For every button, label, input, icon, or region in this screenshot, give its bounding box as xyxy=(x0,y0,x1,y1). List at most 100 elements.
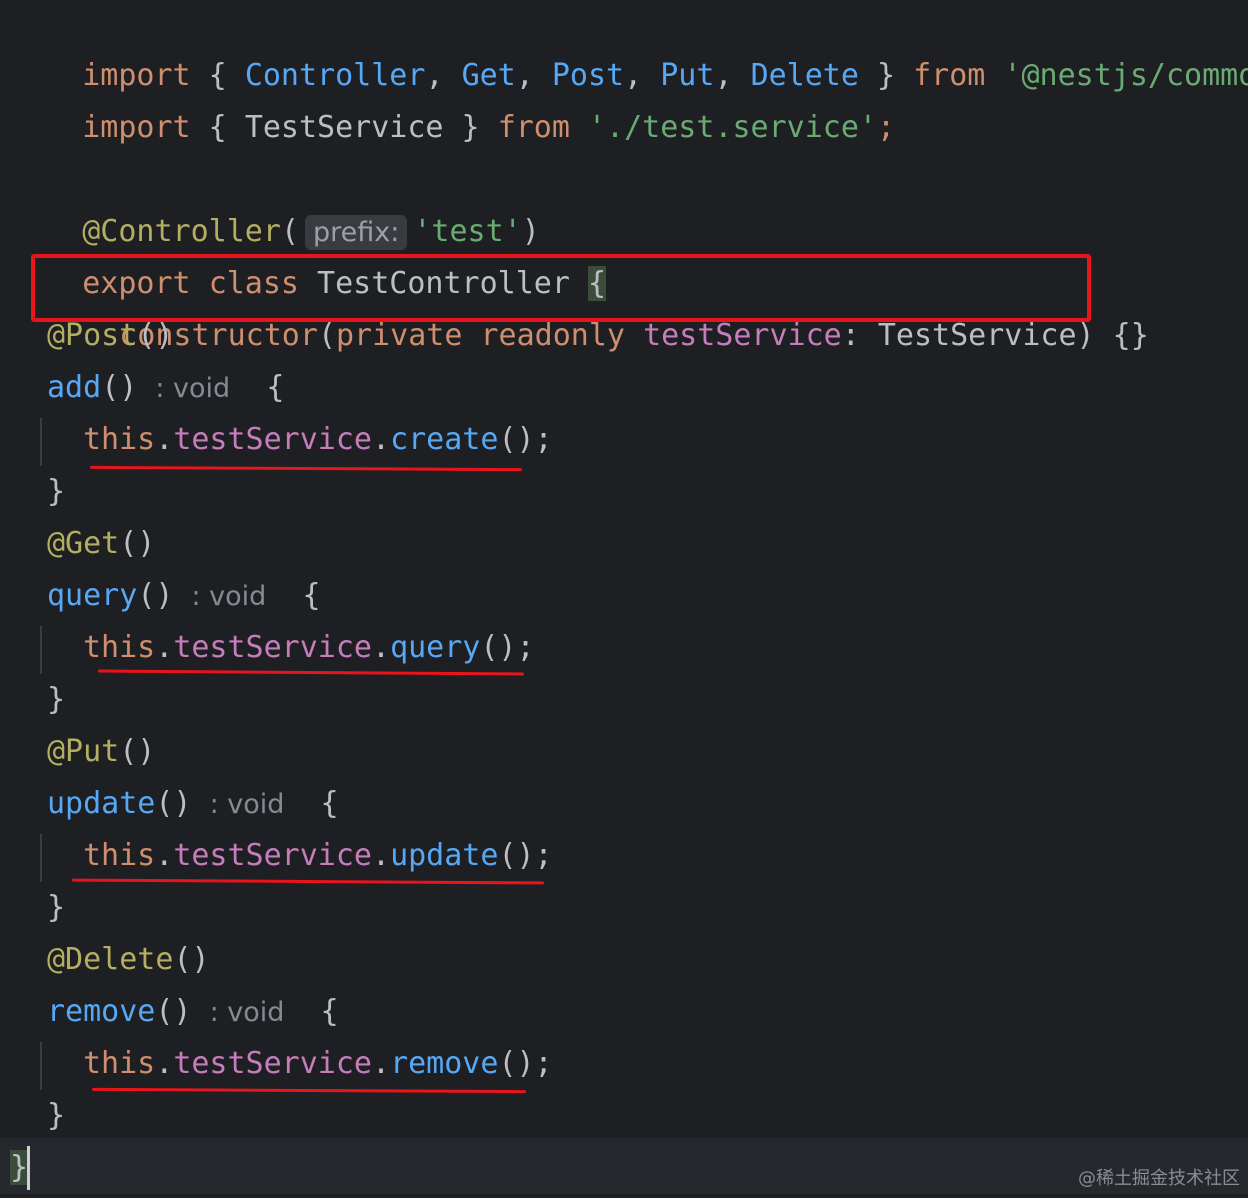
dot: . xyxy=(372,422,391,457)
code-line-put-decorator[interactable]: @Put() xyxy=(47,726,155,778)
punct: () xyxy=(137,578,174,613)
keyword-this: this xyxy=(83,838,156,873)
keyword-import: import xyxy=(82,110,191,145)
module-string: './test.service' xyxy=(588,110,877,145)
code-line-get-decorator[interactable]: @Get() xyxy=(47,518,155,570)
open-brace: { xyxy=(266,370,285,405)
keyword-from: from xyxy=(497,110,570,145)
dot: . xyxy=(372,838,391,873)
keyword-this: this xyxy=(83,630,156,665)
create-call-underline xyxy=(89,465,523,472)
method-remove: remove xyxy=(47,994,156,1029)
open-brace: { xyxy=(302,578,321,613)
code-line-close-brace[interactable]: } xyxy=(47,1090,65,1142)
punct: } xyxy=(443,110,498,145)
punct: (); xyxy=(498,1046,553,1081)
punct: () xyxy=(137,318,174,353)
code-line-create-call[interactable]: this.testService.create(); xyxy=(83,414,553,466)
class-close-brace: } xyxy=(10,1150,29,1185)
return-type-hint: : void xyxy=(155,373,231,404)
dot: . xyxy=(155,1046,174,1081)
call-remove: remove xyxy=(390,1046,499,1081)
call-query: query xyxy=(390,630,481,665)
code-line-controller-decorator[interactable]: @Controller(prefix:'test') xyxy=(10,154,540,250)
code-line-constructor[interactable]: constructor(private readonly testService… xyxy=(47,258,1149,353)
return-type-hint: : void xyxy=(209,997,285,1028)
keyword-readonly: readonly xyxy=(480,318,626,353)
close-brace: } xyxy=(47,474,66,509)
get-decorator: @Get xyxy=(47,526,120,561)
delete-decorator: @Delete xyxy=(47,942,174,977)
punct: ( xyxy=(317,318,336,353)
punct: () xyxy=(155,786,192,821)
code-line-remove-call[interactable]: this.testService.remove(); xyxy=(83,1038,553,1090)
dot: . xyxy=(155,630,174,665)
method-add: add xyxy=(47,370,102,405)
code-line-import-common[interactable]: import { Controller, Get, Post, Put, Del… xyxy=(10,0,1248,93)
code-editor[interactable]: import { Controller, Get, Post, Put, Del… xyxy=(0,0,1248,1198)
open-brace: { xyxy=(320,994,339,1029)
call-create: create xyxy=(390,422,499,457)
code-line-update-call[interactable]: this.testService.update(); xyxy=(83,830,553,882)
indent-guide xyxy=(40,1042,42,1090)
indent-guide xyxy=(40,418,42,466)
call-update: update xyxy=(390,838,499,873)
testservice-param: testService xyxy=(643,318,842,353)
text-caret xyxy=(27,1146,30,1190)
current-line-highlight xyxy=(0,1138,1248,1194)
punct: (); xyxy=(498,838,553,873)
punct: () xyxy=(119,526,156,561)
code-line-delete-decorator[interactable]: @Delete() xyxy=(47,934,210,986)
testservice-field: testService xyxy=(173,1046,372,1081)
punct: { xyxy=(190,110,245,145)
dot: . xyxy=(372,630,391,665)
indent-guide xyxy=(40,834,42,882)
code-line-class-declaration[interactable]: export class TestController { xyxy=(10,206,607,301)
code-line-post-decorator[interactable]: @Post() xyxy=(47,310,173,362)
constructor-rest: : TestService) {} xyxy=(841,318,1149,353)
keyword-this: this xyxy=(83,1046,156,1081)
punct: () xyxy=(119,734,156,769)
close-brace: } xyxy=(47,682,66,717)
indent-guide xyxy=(40,626,42,674)
code-line-close-brace[interactable]: } xyxy=(47,882,65,934)
return-type-hint: : void xyxy=(209,789,285,820)
punct: (); xyxy=(480,630,535,665)
module-string: '@nestjs/common' xyxy=(1003,58,1248,93)
testservice-field: testService xyxy=(173,630,372,665)
close-brace: } xyxy=(47,890,66,925)
method-query: query xyxy=(47,578,138,613)
code-line-remove-method[interactable]: remove() : void { xyxy=(47,986,339,1038)
code-line-close-brace[interactable]: } xyxy=(47,466,65,518)
keyword-from: from xyxy=(913,58,986,93)
code-line-update-method[interactable]: update() : void { xyxy=(47,778,339,830)
punct: () xyxy=(155,994,192,1029)
close-brace: } xyxy=(47,1098,66,1133)
open-brace: { xyxy=(320,786,339,821)
code-line-import-service[interactable]: import { TestService } from './test.serv… xyxy=(10,50,895,145)
code-line-query-method[interactable]: query() : void { xyxy=(47,570,321,622)
return-type-hint: : void xyxy=(191,581,267,612)
dot: . xyxy=(155,838,174,873)
punct: () xyxy=(173,942,210,977)
import-testservice: TestService xyxy=(244,110,444,145)
keyword-this: this xyxy=(83,422,156,457)
keyword-private: private xyxy=(336,318,463,353)
dot: . xyxy=(155,422,174,457)
testservice-field: testService xyxy=(173,838,372,873)
code-line-query-call[interactable]: this.testService.query(); xyxy=(83,622,535,674)
put-decorator: @Put xyxy=(47,734,120,769)
punct: (); xyxy=(498,422,553,457)
post-decorator: @Post xyxy=(47,318,138,353)
code-line-close-brace[interactable]: } xyxy=(47,674,65,726)
method-update: update xyxy=(47,786,156,821)
code-line-add-method[interactable]: add() : void { xyxy=(47,362,284,414)
dot: . xyxy=(372,1046,391,1081)
testservice-field: testService xyxy=(173,422,372,457)
punct: () xyxy=(101,370,138,405)
code-line-class-close[interactable]: } xyxy=(10,1142,29,1194)
